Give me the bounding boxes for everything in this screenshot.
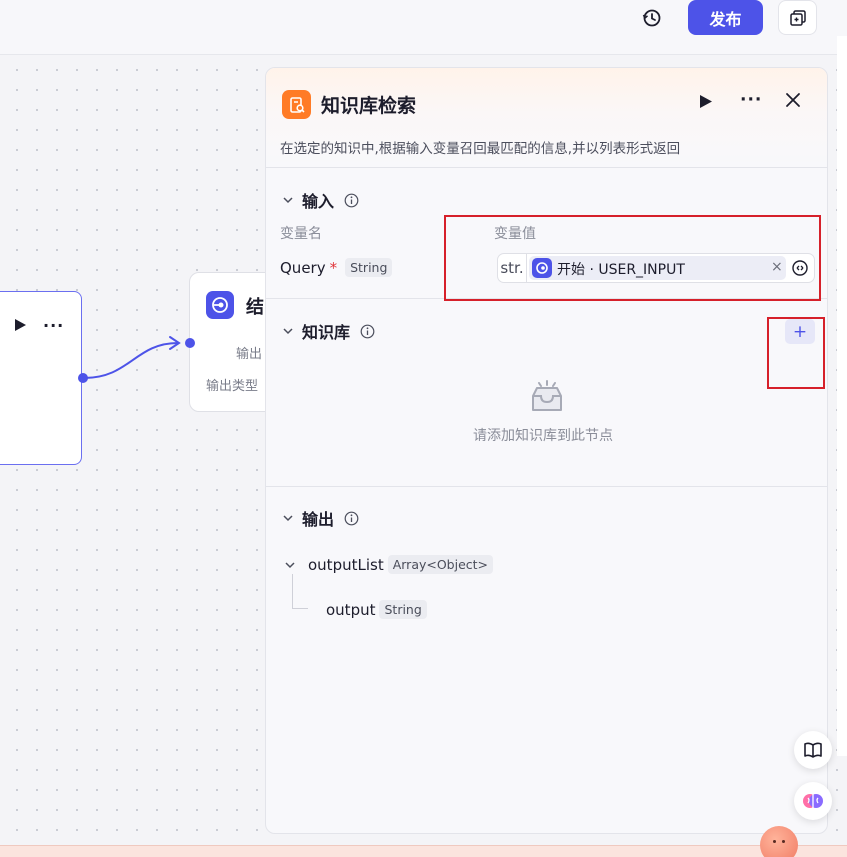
history-icon: [642, 9, 661, 27]
history-button[interactable]: [638, 4, 666, 32]
kb-section-header[interactable]: 知识库: [282, 319, 375, 343]
copy-button[interactable]: [778, 0, 817, 35]
chevron-down-icon[interactable]: [284, 559, 296, 571]
tree-connector: [292, 608, 308, 609]
bottom-strip: [0, 845, 847, 857]
docs-button[interactable]: [794, 731, 832, 769]
end-node-title: 结: [246, 297, 264, 318]
end-node-output-label: 输出: [236, 347, 263, 362]
type-tag: Array<Object>: [387, 555, 494, 574]
output-port[interactable]: [78, 373, 88, 383]
copy-icon: [789, 9, 806, 26]
right-edge-strip: [837, 36, 847, 756]
empty-inbox-icon: [532, 380, 562, 411]
knowledge-retrieval-panel: 知识库检索 ··· 在选定的知识中,根据输入变量召回最匹配的信息,并以列表形式返…: [265, 67, 828, 834]
chevron-down-icon[interactable]: [282, 194, 294, 206]
knowledge-retrieval-icon: [282, 90, 311, 119]
play-icon[interactable]: [13, 318, 27, 332]
book-icon: [804, 742, 822, 758]
output-section-header[interactable]: 输出: [282, 506, 359, 530]
variable-name-column: 变量名: [280, 226, 322, 242]
output-item: outputList Array<Object>: [284, 555, 494, 574]
assistant-avatar[interactable]: [760, 826, 798, 857]
highlight-box: [767, 317, 825, 389]
ai-assistant-button[interactable]: [794, 782, 832, 820]
chevron-down-icon[interactable]: [282, 325, 294, 337]
kb-empty-text: 请添加知识库到此节点: [473, 428, 613, 444]
input-section-header[interactable]: 输入: [282, 188, 359, 212]
query-variable-label: Query * String: [280, 258, 393, 277]
tree-connector: [292, 574, 293, 608]
chevron-down-icon[interactable]: [282, 512, 294, 524]
more-icon[interactable]: ···: [740, 90, 762, 110]
output-section-title: 输出: [302, 510, 335, 529]
panel-title: 知识库检索: [321, 95, 417, 117]
info-icon[interactable]: [360, 324, 375, 339]
input-section-title: 输入: [302, 192, 335, 211]
end-node-output-type-label: 输出类型: [206, 379, 259, 394]
panel-description: 在选定的知识中,根据输入变量召回最匹配的信息,并以列表形式返回: [280, 141, 681, 157]
more-icon[interactable]: ···: [43, 316, 64, 335]
panel-header: 知识库检索 ··· 在选定的知识中,根据输入变量召回最匹配的信息,并以列表形式返…: [266, 68, 827, 168]
input-port[interactable]: [185, 338, 195, 348]
type-tag: String: [345, 258, 393, 277]
start-node[interactable]: ···: [0, 291, 82, 465]
top-toolbar: 发布: [0, 0, 847, 55]
info-icon[interactable]: [344, 511, 359, 526]
highlight-box: [444, 215, 821, 301]
required-mark: *: [329, 258, 338, 277]
publish-button[interactable]: 发布: [688, 0, 763, 35]
play-icon[interactable]: [699, 94, 713, 109]
output-item: output String: [326, 600, 427, 619]
type-tag: String: [379, 600, 427, 619]
info-icon[interactable]: [344, 193, 359, 208]
close-icon[interactable]: [785, 92, 801, 108]
output-item-name: output: [326, 600, 376, 619]
kb-section-title: 知识库: [302, 323, 351, 342]
variable-name: Query: [280, 258, 326, 277]
end-node-icon: [206, 291, 234, 319]
section-divider: [266, 486, 827, 487]
brain-icon: [803, 794, 823, 808]
output-item-name: outputList: [308, 555, 384, 574]
